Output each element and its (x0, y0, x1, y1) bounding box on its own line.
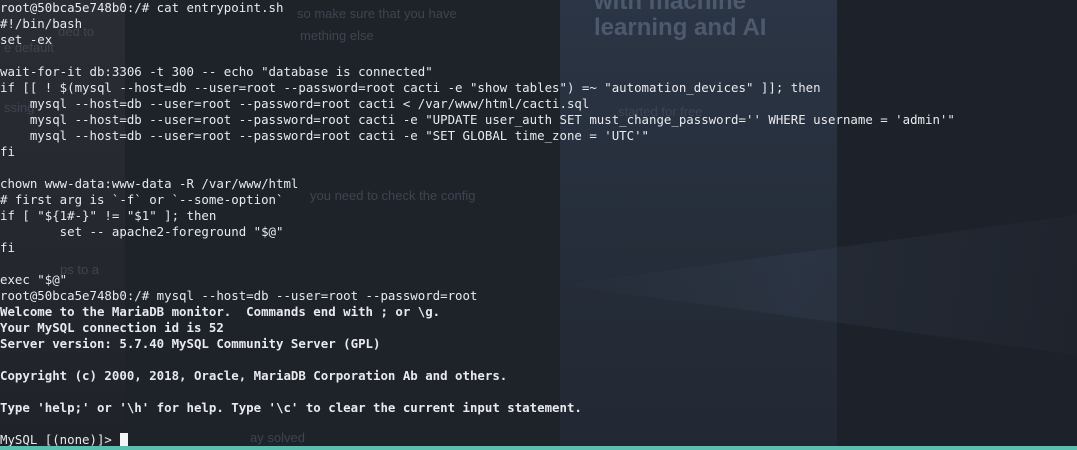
mysql-prompt: MySQL [(none)]> (0, 432, 120, 447)
text-cursor (120, 433, 129, 446)
terminal-line: chown www-data:www-data -R /var/www/html (0, 176, 299, 191)
terminal-line: exec "$@" (0, 272, 68, 287)
terminal-line: mysql --host=db --user=root --password=r… (0, 96, 590, 111)
terminal-window[interactable]: with machine learning and AI so make sur… (0, 0, 1077, 450)
terminal-line: mysql --host=db --user=root --password=r… (0, 128, 650, 143)
terminal-line: if [[ ! $(mysql --host=db --user=root --… (0, 80, 821, 95)
terminal-line: # first arg is `-f` or `--some-option` (0, 192, 284, 207)
terminal-output[interactable]: root@50bca5e748b0:/# cat entrypoint.sh #!… (0, 0, 1077, 447)
terminal-line: wait-for-it db:3306 -t 300 -- echo "data… (0, 64, 433, 79)
terminal-line: root@50bca5e748b0:/# mysql --host=db --u… (0, 288, 478, 303)
terminal-line: Server version: 5.7.40 MySQL Community S… (0, 336, 381, 351)
terminal-line: #!/bin/bash (0, 16, 83, 31)
terminal-line: set -ex (0, 32, 53, 47)
terminal-line: Type 'help;' or '\h' for help. Type '\c'… (0, 400, 582, 415)
terminal-line: set -- apache2-foreground "$@" (0, 224, 284, 239)
terminal-line: root@50bca5e748b0:/# cat entrypoint.sh (0, 0, 284, 15)
terminal-line: mysql --host=db --user=root --password=r… (0, 112, 955, 127)
terminal-line: Your MySQL connection id is 52 (0, 320, 224, 335)
terminal-line: fi (0, 240, 15, 255)
terminal-line: fi (0, 144, 15, 159)
terminal-bottom-accent-bar (0, 446, 1077, 450)
terminal-line: Welcome to the MariaDB monitor. Commands… (0, 304, 441, 319)
terminal-line: Copyright (c) 2000, 2018, Oracle, MariaD… (0, 368, 508, 383)
terminal-line: if [ "${1#-}" != "$1" ]; then (0, 208, 217, 223)
